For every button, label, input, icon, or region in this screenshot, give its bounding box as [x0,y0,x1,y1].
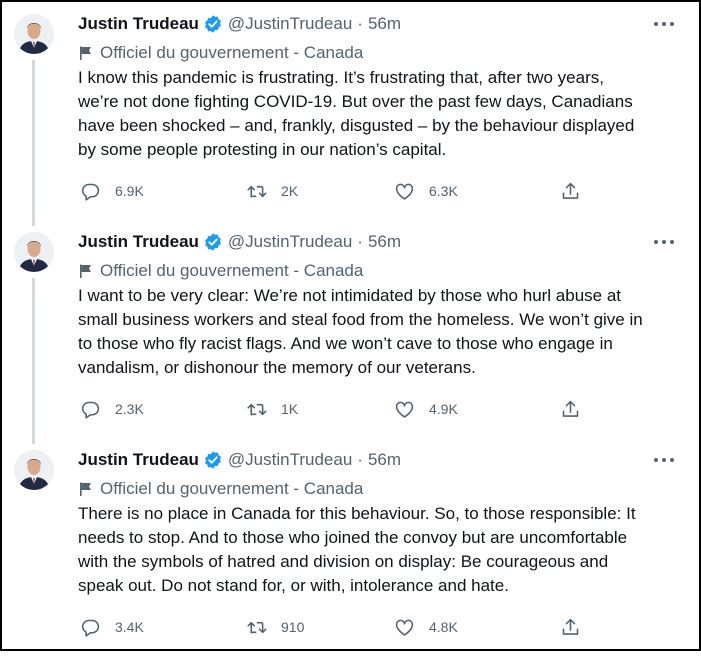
retweet-button[interactable]: 910 [246,616,304,638]
like-count: 6.3K [429,183,458,199]
share-button[interactable] [560,616,581,638]
tweet-header: Justin Trudeau @JustinTrudeau · 56m [78,230,401,254]
share-button[interactable] [560,398,581,420]
avatar[interactable] [14,450,54,490]
tweet-header: Justin Trudeau @JustinTrudeau · 56m [78,12,401,36]
heart-icon [395,619,414,636]
separator: · [357,232,363,251]
reply-button[interactable]: 3.4K [80,616,144,638]
tweet-actions: 2.3K 1K 4.9K [78,398,598,420]
retweet-button[interactable]: 2K [246,180,298,202]
reply-icon [81,183,100,201]
account-label: Officiel du gouvernement - Canada [78,478,363,500]
verified-badge-icon [205,451,221,469]
reply-button[interactable]: 6.9K [80,180,144,202]
author-name[interactable]: Justin Trudeau [78,232,199,252]
flag-icon [80,46,91,60]
verified-badge-icon [205,233,221,251]
more-options-icon[interactable] [653,232,675,252]
heart-icon [395,183,414,200]
thread-connector [32,278,35,444]
label-text: Officiel du gouvernement - Canada [100,43,364,62]
like-button[interactable]: 4.9K [394,398,458,420]
tweet-text: I know this pandemic is frustrating. It’… [78,66,678,162]
retweet-count: 2K [281,183,299,199]
flag-icon [80,482,91,496]
text-line: small business workers and steal food fr… [78,310,643,329]
retweet-count: 1K [281,401,299,417]
like-count: 4.9K [429,401,458,417]
text-line: have been shocked – and, frankly, disgus… [78,116,635,135]
share-icon [562,618,579,635]
timestamp[interactable]: 56m [368,450,401,470]
reply-button[interactable]: 2.3K [80,398,144,420]
retweet-icon [247,403,267,416]
avatar[interactable] [14,232,54,272]
heart-icon [395,401,414,418]
author-handle[interactable]: @JustinTrudeau [228,14,352,34]
tweet-text: I want to be very clear: We’re not intim… [78,284,678,380]
timestamp[interactable]: 56m [368,14,401,34]
text-line: to those who fly racist flags. And we wo… [78,334,613,353]
share-button[interactable] [560,180,581,202]
tweet-header: Justin Trudeau @JustinTrudeau · 56m [78,448,401,472]
text-line: needs to stop. And to those who joined t… [78,528,628,547]
account-label: Officiel du gouvernement - Canada [78,260,363,282]
retweet-icon [247,185,267,198]
tweet-thread: Justin Trudeau @JustinTrudeau · 56m Offi… [0,0,701,651]
flag-icon [80,264,91,278]
author-name[interactable]: Justin Trudeau [78,450,199,470]
like-count: 4.8K [429,619,458,635]
reply-count: 2.3K [115,401,144,417]
author-handle[interactable]: @JustinTrudeau [228,232,352,252]
share-icon [562,182,579,199]
author-name[interactable]: Justin Trudeau [78,14,199,34]
tweet-1[interactable]: Justin Trudeau @JustinTrudeau · 56m Offi… [2,2,699,226]
text-line: by some people protesting in our nation’… [78,140,447,159]
separator: · [357,450,363,469]
text-line: speak out. Do not stand for, or with, in… [78,576,509,595]
text-line: we’re not done fighting COVID-19. But ov… [78,92,633,111]
text-line: I know this pandemic is frustrating. It’… [78,68,604,87]
thread-connector [32,60,35,226]
more-options-icon[interactable] [653,450,675,470]
text-line: There is no place in Canada for this beh… [78,504,636,523]
text-line: I want to be very clear: We’re not intim… [78,286,622,305]
tweet-3[interactable]: Justin Trudeau @JustinTrudeau · 56m Offi… [2,438,699,656]
reply-count: 3.4K [115,619,144,635]
tweet-actions: 3.4K 910 4.8K [78,616,598,638]
more-options-icon[interactable] [653,14,675,34]
like-button[interactable]: 6.3K [394,180,458,202]
separator: · [357,14,363,33]
retweet-count: 910 [281,619,305,635]
like-button[interactable]: 4.8K [394,616,458,638]
tweet-text: There is no place in Canada for this beh… [78,502,678,598]
account-label: Officiel du gouvernement - Canada [78,42,363,64]
verified-badge-icon [205,15,221,33]
author-handle[interactable]: @JustinTrudeau [228,450,352,470]
retweet-button[interactable]: 1K [246,398,298,420]
label-text: Officiel du gouvernement - Canada [100,479,364,498]
label-text: Officiel du gouvernement - Canada [100,261,364,280]
text-line: vandalism, or dishonour the memory of ou… [78,358,476,377]
text-line: with the symbols of hatred and division … [78,552,609,571]
timestamp[interactable]: 56m [368,232,401,252]
retweet-icon [247,621,267,634]
reply-icon [81,619,100,637]
reply-icon [81,401,100,419]
avatar[interactable] [14,14,54,54]
tweet-2[interactable]: Justin Trudeau @JustinTrudeau · 56m Offi… [2,220,699,444]
reply-count: 6.9K [115,183,144,199]
share-icon [562,400,579,417]
tweet-actions: 6.9K 2K 6.3K [78,180,598,202]
